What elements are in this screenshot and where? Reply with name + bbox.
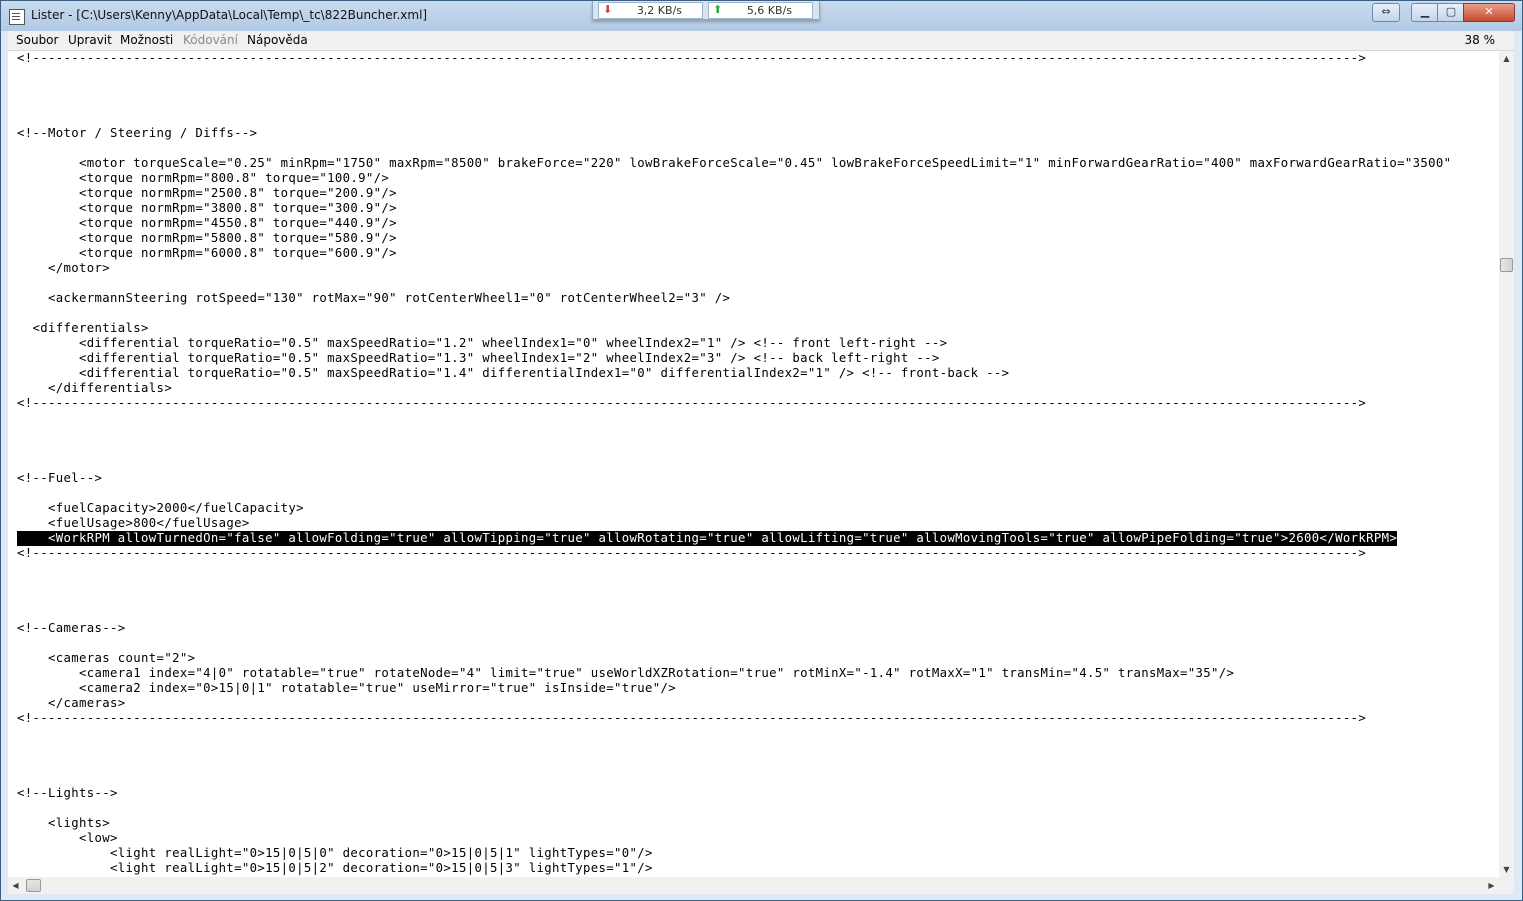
text-line: <!--Lights--> bbox=[17, 786, 118, 800]
text-line: <!--Cameras--> bbox=[17, 621, 126, 635]
restore-arrows-button[interactable]: ⇔ bbox=[1372, 3, 1400, 22]
minimize-button[interactable]: ▁ bbox=[1411, 3, 1439, 22]
horizontal-scrollbar[interactable]: ◀ ▶ bbox=[8, 877, 1499, 894]
text-line: <!--------------------------------------… bbox=[17, 51, 1367, 65]
text-line: <torque normRpm="3800.8" torque="300.9"/… bbox=[17, 201, 397, 215]
close-button[interactable]: ✕ bbox=[1463, 3, 1515, 22]
text-line: <!--Motor / Steering / Diffs--> bbox=[17, 126, 258, 140]
horizontal-scroll-thumb[interactable] bbox=[26, 879, 41, 892]
minimize-icon: ▁ bbox=[1420, 5, 1430, 18]
text-line: <fuelCapacity>2000</fuelCapacity> bbox=[17, 501, 304, 515]
menu-kodovani[interactable]: Kódování bbox=[183, 33, 238, 47]
highlighted-text-line: <WorkRPM allowTurnedOn="false" allowFold… bbox=[17, 531, 1398, 546]
zoom-level: 38 % bbox=[1464, 33, 1496, 47]
maximize-icon: ▢ bbox=[1445, 5, 1457, 18]
text-line: <cameras count="2"> bbox=[17, 651, 196, 665]
download-rate: ⬇ 3,2 KB/s bbox=[598, 2, 703, 19]
text-line: <differentials> bbox=[17, 321, 149, 335]
text-line: <fuelUsage>800</fuelUsage> bbox=[17, 516, 250, 530]
text-line: <differential torqueRatio="0.5" maxSpeed… bbox=[17, 366, 1010, 380]
text-line: <light realLight="0>15|0|5|0" decoration… bbox=[17, 846, 653, 860]
text-line: </differentials> bbox=[17, 381, 173, 395]
scroll-left-icon[interactable]: ◀ bbox=[8, 877, 23, 894]
close-icon: ✕ bbox=[1484, 5, 1494, 18]
scroll-right-icon[interactable]: ▶ bbox=[1484, 877, 1499, 894]
network-meter: ⬇ 3,2 KB/s ⬆ 5,6 KB/s bbox=[592, 1, 820, 20]
text-line: <!--------------------------------------… bbox=[17, 396, 1367, 410]
text-line: <torque normRpm="800.8" torque="100.9"/> bbox=[17, 171, 390, 185]
scroll-down-icon[interactable]: ▼ bbox=[1499, 862, 1514, 877]
download-arrow-icon: ⬇ bbox=[603, 3, 613, 16]
scrollbar-corner bbox=[1499, 877, 1514, 894]
menu-napoveda[interactable]: Nápověda bbox=[247, 33, 308, 47]
text-line: <lights> bbox=[17, 816, 111, 830]
text-line: <low> bbox=[17, 831, 118, 845]
text-line: <camera1 index="4|0" rotatable="true" ro… bbox=[17, 666, 1235, 680]
maximize-button[interactable]: ▢ bbox=[1437, 3, 1465, 22]
download-value: 3,2 KB/s bbox=[636, 4, 682, 17]
text-line: <!--Fuel--> bbox=[17, 471, 103, 485]
menu-soubor[interactable]: Soubor bbox=[16, 33, 58, 47]
text-line: <motor torqueScale="0.25" minRpm="1750" … bbox=[17, 156, 1452, 170]
menu-bar: Soubor Upravit Možnosti Kódování Nápověd… bbox=[8, 31, 1514, 51]
upload-value: 5,6 KB/s bbox=[746, 4, 792, 17]
window-title: Lister - [C:\Users\Kenny\AppData\Local\T… bbox=[31, 8, 428, 22]
double-arrow-icon: ⇔ bbox=[1381, 5, 1391, 18]
menu-upravit[interactable]: Upravit bbox=[68, 33, 112, 47]
text-line: </motor> bbox=[17, 261, 111, 275]
scroll-up-icon[interactable]: ▲ bbox=[1499, 51, 1514, 66]
upload-rate: ⬆ 5,6 KB/s bbox=[708, 2, 813, 19]
lister-window: Lister - [C:\Users\Kenny\AppData\Local\T… bbox=[0, 0, 1523, 901]
text-line: <light realLight="0>15|0|5|2" decoration… bbox=[17, 861, 653, 875]
text-line: <differential torqueRatio="0.5" maxSpeed… bbox=[17, 336, 948, 350]
text-viewer[interactable]: <!--------------------------------------… bbox=[8, 51, 1499, 877]
lister-app-icon bbox=[9, 9, 25, 25]
text-line: </cameras> bbox=[17, 696, 126, 710]
text-line: <differential torqueRatio="0.5" maxSpeed… bbox=[17, 351, 940, 365]
text-line: <!--------------------------------------… bbox=[17, 711, 1367, 725]
text-line: <camera2 index="0>15|0|1" rotatable="tru… bbox=[17, 681, 677, 695]
menu-moznosti[interactable]: Možnosti bbox=[120, 33, 173, 47]
text-line: <torque normRpm="5800.8" torque="580.9"/… bbox=[17, 231, 397, 245]
text-line: <torque normRpm="2500.8" torque="200.9"/… bbox=[17, 186, 397, 200]
vertical-scrollbar[interactable]: ▲ ▼ bbox=[1499, 51, 1514, 877]
upload-arrow-icon: ⬆ bbox=[713, 3, 723, 16]
text-line: <ackermannSteering rotSpeed="130" rotMax… bbox=[17, 291, 731, 305]
text-line: <torque normRpm="6000.8" torque="600.9"/… bbox=[17, 246, 397, 260]
text-line: <torque normRpm="4550.8" torque="440.9"/… bbox=[17, 216, 397, 230]
text-line: <!--------------------------------------… bbox=[17, 546, 1367, 560]
vertical-scroll-thumb[interactable] bbox=[1500, 258, 1513, 272]
